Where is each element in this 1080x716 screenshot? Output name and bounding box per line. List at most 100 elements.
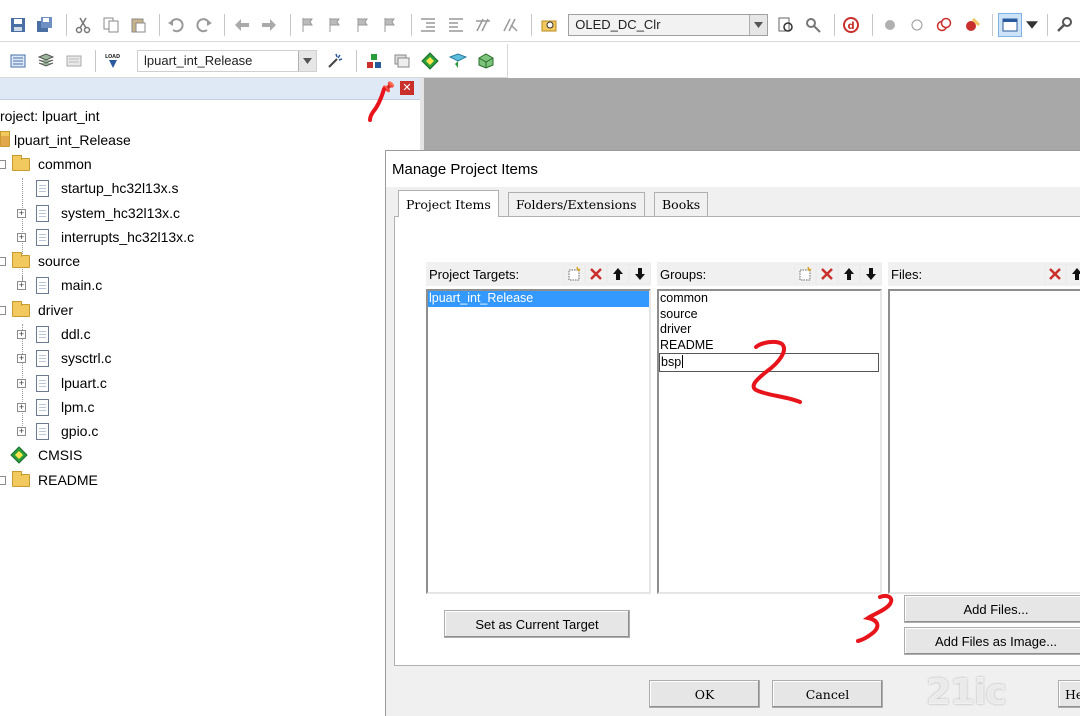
software-packs-icon[interactable]: [474, 49, 498, 73]
delete-icon[interactable]: [1044, 264, 1066, 284]
tab-books[interactable]: Books: [654, 192, 709, 216]
translate-icon[interactable]: [6, 49, 30, 73]
manage-run-time-environment-icon[interactable]: [418, 49, 442, 73]
tree-target[interactable]: lpuart_int_Release: [0, 129, 131, 151]
tree-group-readme[interactable]: README: [0, 469, 98, 491]
arrow-down-icon[interactable]: [629, 264, 651, 284]
tree-file[interactable]: + main.c: [17, 274, 102, 296]
target-options-icon[interactable]: [323, 49, 347, 73]
manage-project-items-icon[interactable]: [362, 49, 386, 73]
expand-icon[interactable]: +: [17, 280, 26, 290]
chevron-down-icon[interactable]: [298, 50, 316, 71]
tree-file[interactable]: + sysctrl.c: [17, 347, 112, 369]
pin-icon[interactable]: 📌: [380, 81, 395, 95]
set-as-current-target-button[interactable]: Set as Current Target: [444, 610, 630, 638]
new-insert-icon[interactable]: [563, 264, 585, 284]
list-item[interactable]: lpuart_int_Release: [428, 291, 649, 307]
unindent-icon[interactable]: [444, 13, 467, 37]
collapse-icon[interactable]: [0, 159, 6, 169]
build-icon[interactable]: [34, 49, 58, 73]
pack-installer-icon[interactable]: [446, 49, 470, 73]
tab-folders-extensions[interactable]: Folders/Extensions: [508, 192, 645, 216]
configure-wrench-icon[interactable]: [1053, 13, 1076, 37]
cut-icon[interactable]: [72, 13, 95, 37]
delete-icon[interactable]: [816, 264, 838, 284]
undo-icon[interactable]: [165, 13, 188, 37]
tree-cmsis[interactable]: CMSIS: [10, 444, 82, 466]
expand-icon[interactable]: +: [17, 208, 26, 218]
build-target-select[interactable]: lpuart_int_Release: [137, 49, 317, 72]
dialog-titlebar[interactable]: Manage Project Items: [386, 151, 1080, 187]
collapse-icon[interactable]: [0, 256, 6, 266]
files-list[interactable]: [888, 289, 1080, 594]
breakpoint-kill-all-icon[interactable]: [960, 13, 983, 37]
rebuild-icon[interactable]: [62, 49, 86, 73]
tree-file[interactable]: + interrupts_hc32l13x.c: [17, 226, 194, 248]
groups-list[interactable]: common source driver README bsp: [657, 289, 882, 594]
arrow-up-icon[interactable]: [1066, 264, 1080, 284]
tab-project-items[interactable]: Project Items: [398, 190, 499, 217]
collapse-icon[interactable]: [0, 475, 6, 485]
list-item[interactable]: common: [659, 291, 880, 307]
targets-list[interactable]: lpuart_int_Release: [426, 289, 651, 594]
tree-file[interactable]: + lpm.c: [17, 396, 94, 418]
chevron-down-icon[interactable]: [748, 14, 767, 35]
help-button[interactable]: He: [1058, 680, 1080, 708]
uncomment-icon[interactable]: [499, 13, 522, 37]
navigate-back-icon[interactable]: [230, 13, 253, 37]
save-all-icon[interactable]: [33, 13, 56, 37]
tree-file[interactable]: + gpio.c: [17, 420, 98, 442]
chevron-down-icon[interactable]: [1025, 13, 1038, 37]
expand-icon[interactable]: +: [17, 353, 26, 363]
bookmark-clear-icon[interactable]: [378, 13, 401, 37]
breakpoint-enable-icon[interactable]: [905, 13, 928, 37]
list-item[interactable]: driver: [659, 322, 880, 338]
ok-button[interactable]: OK: [649, 680, 760, 708]
copy-icon[interactable]: [99, 13, 122, 37]
list-item[interactable]: README: [659, 338, 880, 354]
new-insert-icon[interactable]: [794, 264, 816, 284]
find-in-files-icon[interactable]: [537, 13, 560, 37]
tree-file[interactable]: + lpuart.c: [17, 372, 107, 394]
arrow-up-icon[interactable]: [838, 264, 860, 284]
expand-icon[interactable]: +: [17, 232, 26, 242]
tree-group-source[interactable]: source: [0, 250, 80, 272]
tree-file[interactable]: + ddl.c: [17, 323, 91, 345]
tree-group-common[interactable]: common: [0, 153, 92, 175]
collapse-icon[interactable]: [0, 305, 6, 315]
expand-icon[interactable]: +: [17, 402, 26, 412]
tree-file[interactable]: startup_hc32l13x.s: [36, 177, 179, 199]
tree-group-driver[interactable]: driver: [0, 299, 73, 321]
add-files-as-image-button[interactable]: Add Files as Image...: [904, 627, 1080, 655]
incremental-find-icon[interactable]: [774, 13, 797, 37]
cancel-button[interactable]: Cancel: [772, 680, 883, 708]
project-root[interactable]: roject: lpuart_int: [0, 105, 100, 127]
breakpoint-disable-all-icon[interactable]: [933, 13, 956, 37]
arrow-up-icon[interactable]: [607, 264, 629, 284]
close-icon[interactable]: ✕: [400, 81, 414, 95]
comment-icon[interactable]: [471, 13, 494, 37]
delete-icon[interactable]: [585, 264, 607, 284]
find-icon[interactable]: [801, 13, 824, 37]
expand-icon[interactable]: +: [17, 378, 26, 388]
find-combo[interactable]: OLED_DC_Clr: [568, 13, 768, 36]
indent-icon[interactable]: [417, 13, 440, 37]
debug-session-icon[interactable]: d: [840, 13, 863, 37]
breakpoint-insert-icon[interactable]: [878, 13, 901, 37]
window-layout-icon[interactable]: [998, 12, 1022, 37]
expand-icon[interactable]: +: [17, 426, 26, 436]
select-packs-icon[interactable]: [390, 49, 414, 73]
group-name-input[interactable]: bsp: [659, 353, 879, 372]
download-load-icon[interactable]: LOAD: [101, 49, 125, 73]
arrow-down-icon[interactable]: [860, 264, 882, 284]
list-item[interactable]: source: [659, 307, 880, 323]
expand-icon[interactable]: +: [17, 329, 26, 339]
paste-icon[interactable]: [126, 13, 149, 37]
navigate-forward-icon[interactable]: [258, 13, 281, 37]
project-window-titlebar[interactable]: 📌 ✕: [0, 78, 420, 100]
add-files-button[interactable]: Add Files...: [904, 595, 1080, 623]
tree-file[interactable]: + system_hc32l13x.c: [17, 202, 180, 224]
save-icon[interactable]: [6, 13, 29, 37]
bookmark-next-icon[interactable]: [351, 13, 374, 37]
bookmark-icon[interactable]: [296, 13, 319, 37]
